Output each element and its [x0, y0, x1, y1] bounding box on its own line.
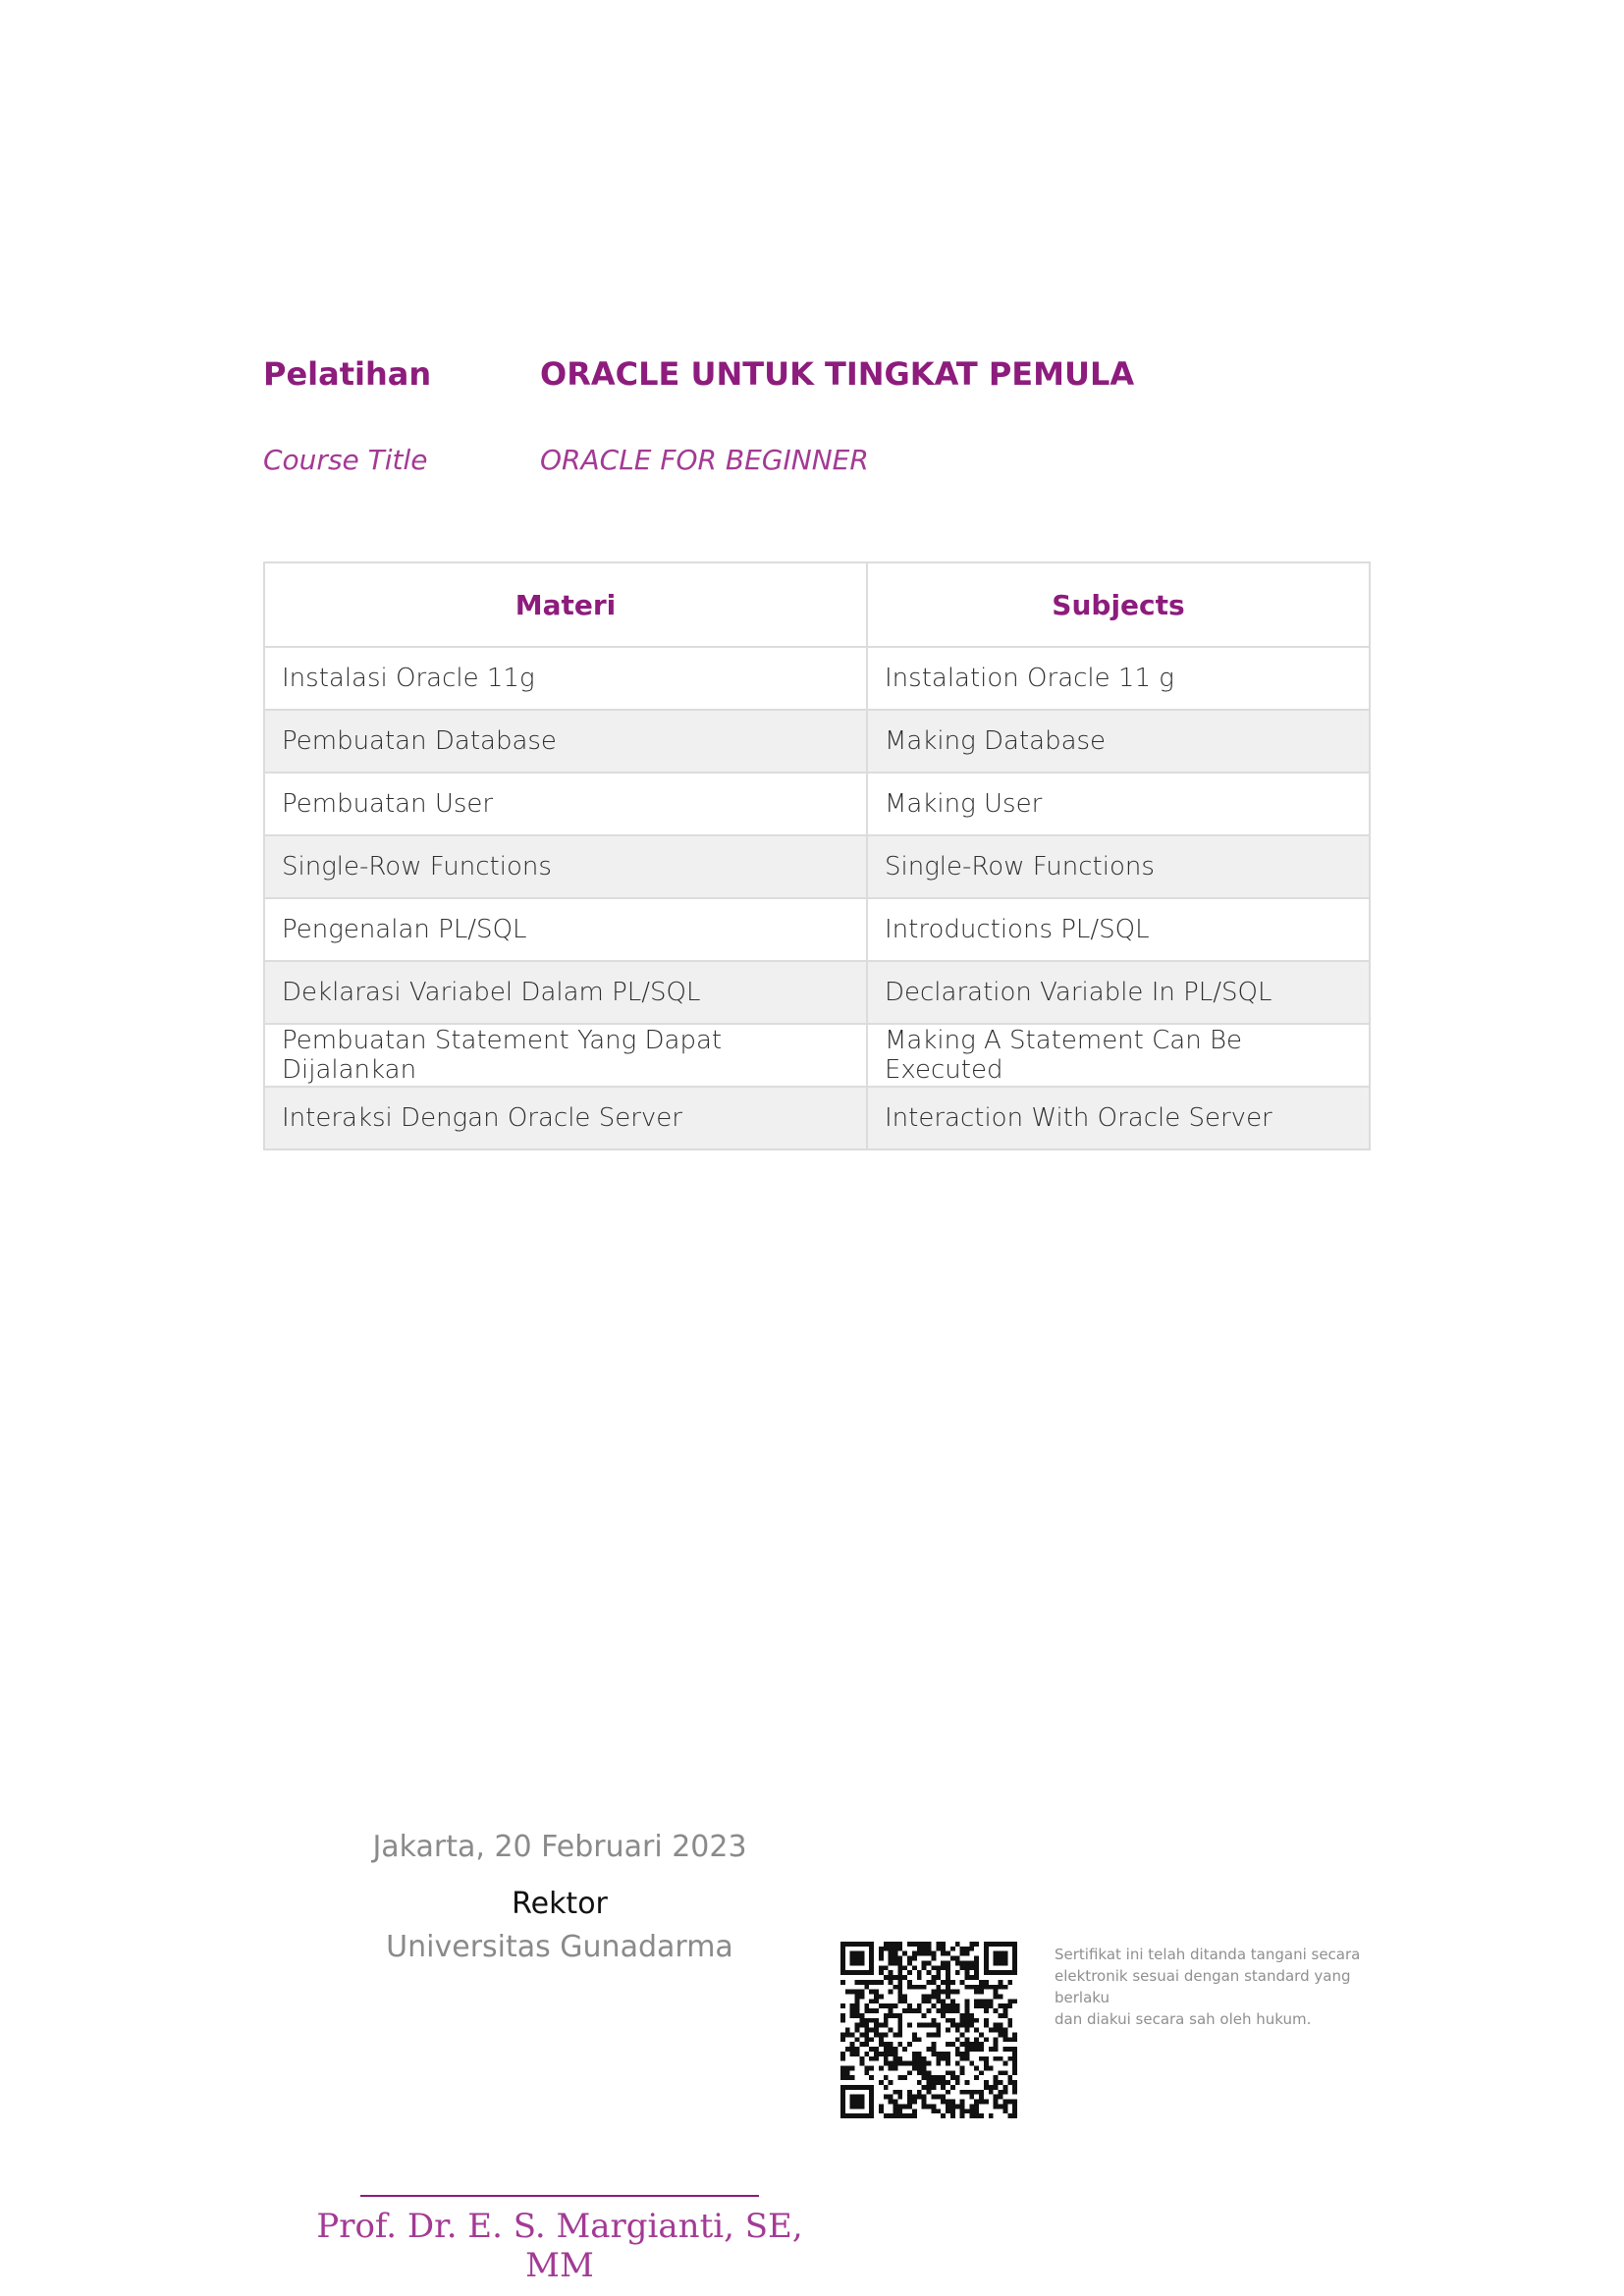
qr-code-icon[interactable]: [840, 1942, 1017, 2118]
course-label-id: Pelatihan: [263, 355, 432, 393]
cell-subject: Making User: [866, 772, 1371, 836]
esign-notice: Sertifikat ini telah ditanda tangani sec…: [1055, 1944, 1379, 2030]
course-label-en: Course Title: [263, 444, 428, 476]
cell-materi: Pengenalan PL/SQL: [263, 897, 868, 962]
cell-subject: Single-Row Functions: [866, 834, 1371, 899]
cell-subject: Making A Statement Can Be Executed: [866, 1023, 1371, 1088]
esign-notice-line: dan diakui secara sah oleh hukum.: [1055, 2010, 1312, 2028]
table-row: Pembuatan Statement Yang Dapat Dijalanka…: [263, 1023, 1371, 1088]
header-materi: Materi: [263, 561, 868, 648]
course-title-id: ORACLE UNTUK TINGKAT PEMULA: [540, 355, 1135, 393]
table-row: Single-Row Functions Single-Row Function…: [263, 834, 1371, 899]
table-header-row: Materi Subjects: [263, 561, 1371, 648]
cell-subject: Instalation Oracle 11 g: [866, 646, 1371, 711]
cell-subject: Interaction With Oracle Server: [866, 1086, 1371, 1150]
cell-materi: Interaksi Dengan Oracle Server: [263, 1086, 868, 1150]
subjects-table: Materi Subjects Instalasi Oracle 11g Ins…: [263, 561, 1371, 1150]
signature-institution: Universitas Gunadarma: [386, 1930, 733, 1964]
signature-place-date: Jakarta, 20 Februari 2023: [372, 1830, 747, 1864]
table-row: Deklarasi Variabel Dalam PL/SQL Declarat…: [263, 960, 1371, 1025]
course-title-en: ORACLE FOR BEGINNER: [540, 444, 869, 476]
cell-subject: Making Database: [866, 709, 1371, 774]
esign-notice-line: Sertifikat ini telah ditanda tangani sec…: [1055, 1946, 1361, 1963]
header-subjects: Subjects: [866, 561, 1371, 648]
table-row: Pengenalan PL/SQL Introductions PL/SQL: [263, 897, 1371, 962]
cell-subject: Introductions PL/SQL: [866, 897, 1371, 962]
table-row: Pembuatan User Making User: [263, 772, 1371, 836]
table-row: Instalasi Oracle 11g Instalation Oracle …: [263, 646, 1371, 711]
cell-materi: Pembuatan Statement Yang Dapat Dijalanka…: [263, 1023, 868, 1088]
certificate-page: Pelatihan ORACLE UNTUK TINGKAT PEMULA Co…: [0, 0, 1624, 2296]
cell-subject: Declaration Variable In PL/SQL: [866, 960, 1371, 1025]
signature-line: [360, 2195, 759, 2197]
esign-notice-line: berlaku: [1055, 1989, 1110, 2006]
cell-materi: Pembuatan Database: [263, 709, 868, 774]
cell-materi: Single-Row Functions: [263, 834, 868, 899]
table-row: Pembuatan Database Making Database: [263, 709, 1371, 774]
cell-materi: Deklarasi Variabel Dalam PL/SQL: [263, 960, 868, 1025]
cell-materi: Pembuatan User: [263, 772, 868, 836]
signatory-name: Prof. Dr. E. S. Margianti, SE, MM: [316, 2207, 803, 2285]
signature-role: Rektor: [512, 1887, 608, 1921]
cell-materi: Instalasi Oracle 11g: [263, 646, 868, 711]
table-row: Interaksi Dengan Oracle Server Interacti…: [263, 1086, 1371, 1150]
esign-notice-line: elektronik sesuai dengan standard yang: [1055, 1967, 1351, 1985]
